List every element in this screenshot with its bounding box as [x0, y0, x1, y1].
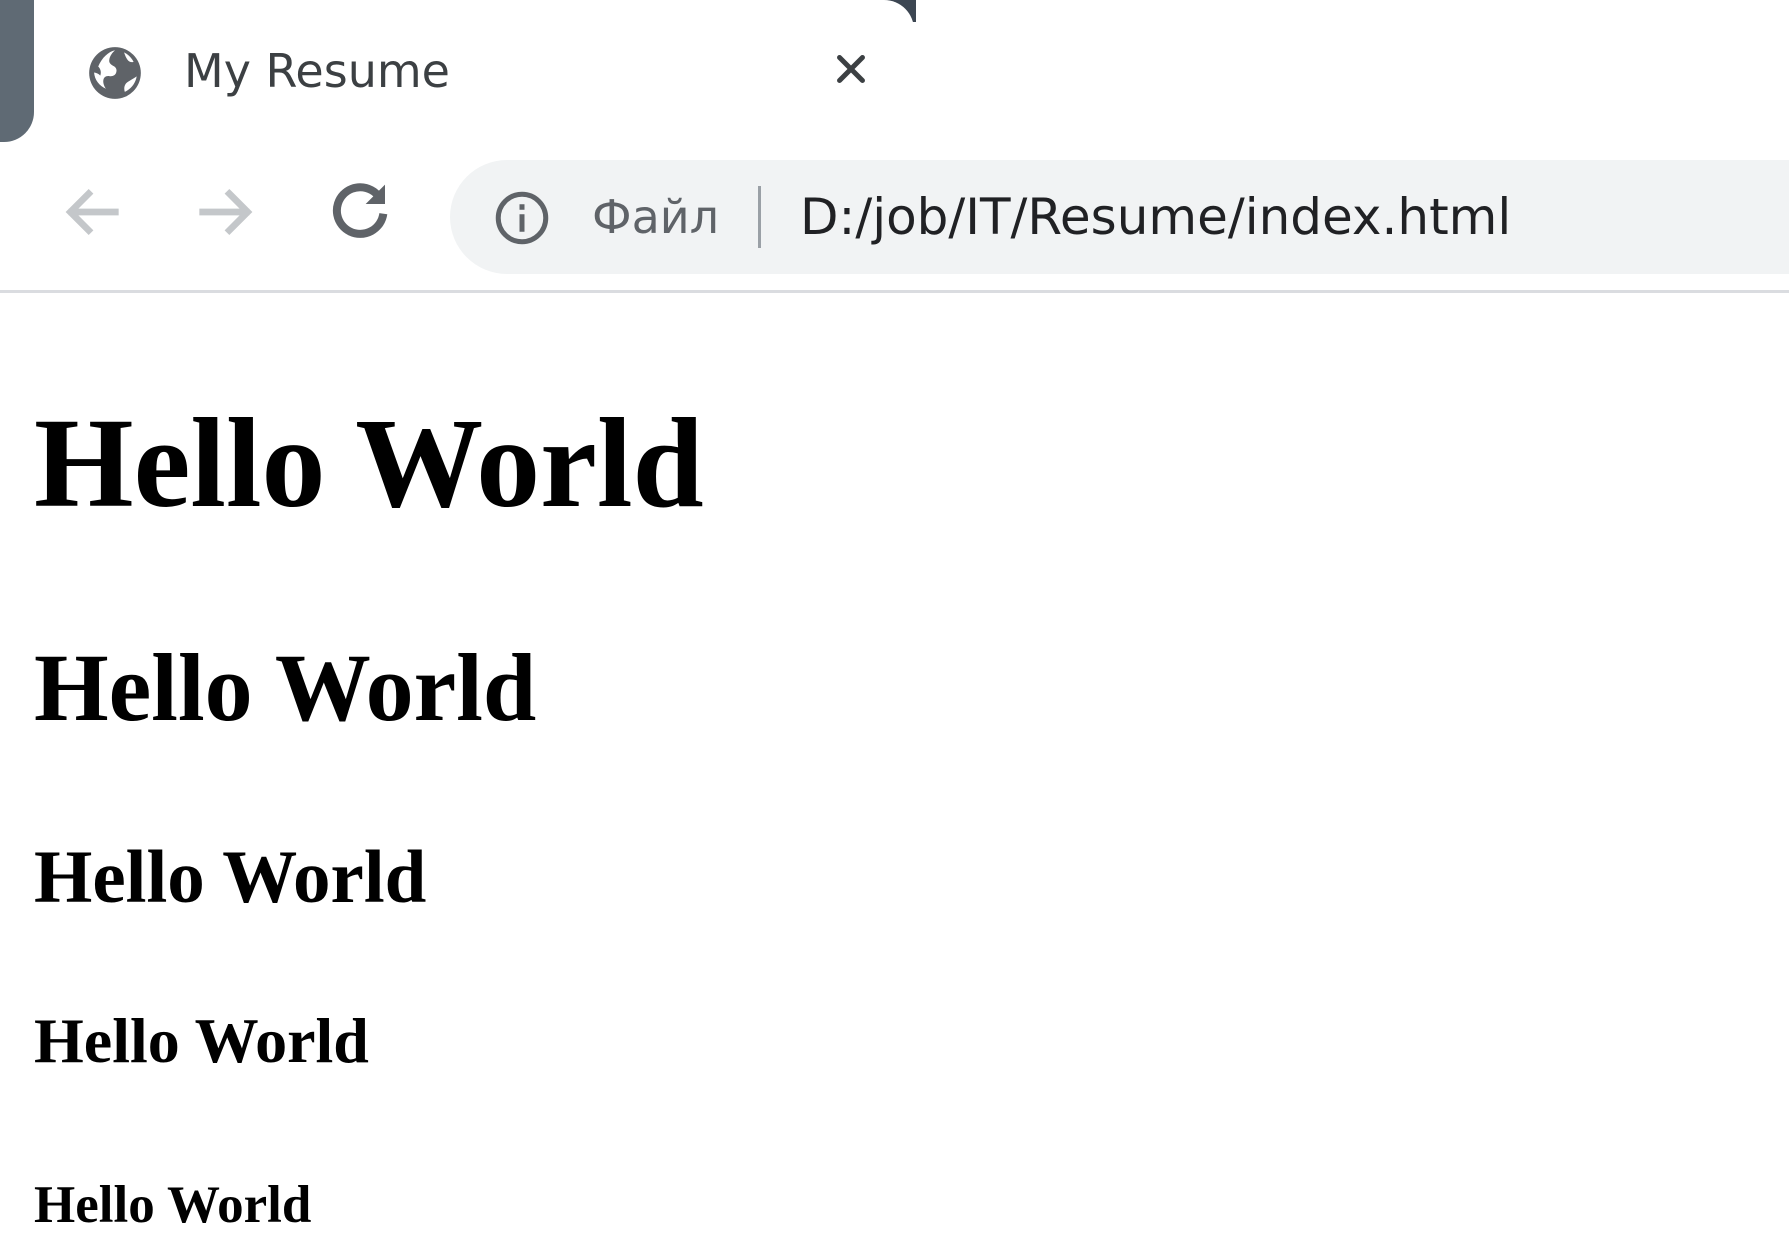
reload-icon[interactable] [320, 172, 400, 252]
url-separator [758, 186, 761, 248]
tab-title: My Resume [184, 44, 450, 98]
back-arrow-icon[interactable] [52, 172, 132, 252]
page-content: Hello World Hello World Hello World Hell… [0, 293, 1789, 1242]
close-icon[interactable] [826, 44, 876, 94]
heading-1: Hello World [34, 392, 704, 534]
url-text[interactable]: D:/job/IT/Resume/index.html [800, 184, 1511, 250]
heading-3: Hello World [34, 836, 427, 919]
page-scheme-label[interactable]: Файл [592, 184, 719, 250]
forward-arrow-icon[interactable] [186, 172, 266, 252]
heading-2: Hello World [34, 634, 537, 741]
browser-tab[interactable] [34, 0, 914, 150]
tab-strip: My Resume [0, 0, 1789, 150]
heading-5: Hello World [34, 1176, 312, 1234]
window-frame-edge [0, 0, 34, 142]
globe-icon [89, 47, 141, 99]
heading-4: Hello World [34, 1005, 369, 1076]
info-icon[interactable] [492, 188, 552, 248]
